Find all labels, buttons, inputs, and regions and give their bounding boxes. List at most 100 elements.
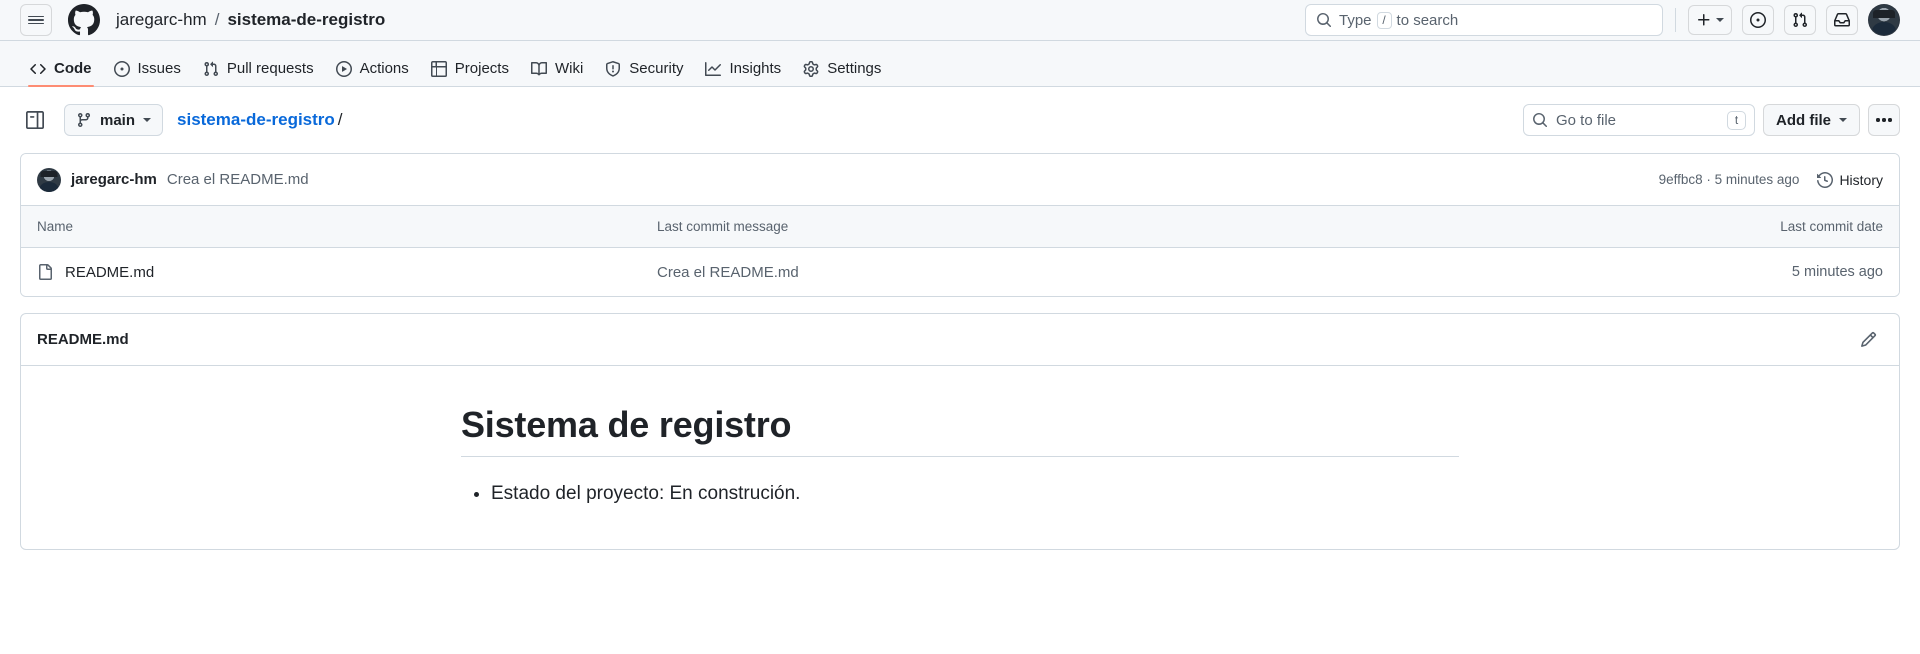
sidebar-toggle-icon[interactable] — [20, 105, 50, 135]
header-divider — [1675, 8, 1676, 32]
breadcrumb-repo[interactable]: sistema-de-registro — [227, 10, 385, 30]
file-table-header: Name Last commit message Last commit dat… — [21, 206, 1899, 248]
your-pull-requests-button[interactable] — [1784, 5, 1816, 35]
issue-opened-icon — [1750, 12, 1766, 28]
tab-wiki[interactable]: Wiki — [521, 53, 593, 86]
readme-markdown: Sistema de registro Estado del proyecto:… — [445, 404, 1475, 509]
tab-wiki-label: Wiki — [554, 60, 584, 77]
file-name-cell: README.md — [37, 264, 657, 281]
go-to-file-kbd: t — [1727, 110, 1746, 130]
tab-issues[interactable]: Issues — [104, 53, 191, 86]
search-placeholder-suffix: to search — [1396, 11, 1459, 29]
search-slash-kbd: / — [1376, 11, 1392, 29]
kebab-dot — [1882, 118, 1886, 122]
git-pull-request-icon — [1793, 12, 1808, 28]
tab-settings[interactable]: Settings — [793, 53, 891, 86]
tab-pull-requests-label: Pull requests — [226, 60, 314, 77]
readme-bullet-list: Estado del proyecto: En construción. — [461, 479, 1459, 509]
git-pull-request-icon — [204, 61, 218, 76]
tab-security-label: Security — [629, 60, 684, 77]
chevron-down-icon — [1839, 118, 1847, 122]
breadcrumb: jaregarc-hm / sistema-de-registro — [116, 10, 385, 30]
more-options-button[interactable] — [1868, 104, 1900, 136]
tab-issues-label: Issues — [137, 60, 181, 77]
tab-code-label: Code — [54, 60, 92, 77]
search-input[interactable]: Type / to search — [1305, 4, 1663, 36]
tab-insights-label: Insights — [729, 60, 782, 77]
chevron-down-icon — [1716, 18, 1724, 22]
plus-icon — [1698, 14, 1710, 26]
tab-insights[interactable]: Insights — [695, 53, 791, 86]
header-actions: Type / to search — [1305, 4, 1900, 36]
go-to-file-placeholder: Go to file — [1556, 111, 1617, 129]
gear-icon — [803, 60, 819, 77]
your-issues-button[interactable] — [1742, 5, 1774, 35]
readme-container: README.md Sistema de registro Estado del… — [20, 313, 1900, 551]
readme-heading: Sistema de registro — [461, 404, 1459, 457]
tab-projects[interactable]: Projects — [421, 53, 519, 86]
tab-actions-label: Actions — [359, 60, 409, 77]
chevron-down-icon — [143, 118, 152, 122]
file-navigation-row: main sistema-de-registro / Go to file t … — [20, 87, 1900, 153]
column-header-last-commit-message: Last commit message — [657, 219, 789, 234]
commit-meta-group: 9effbc8 · 5 minutes ago History — [1659, 172, 1883, 188]
graph-icon — [705, 61, 722, 76]
tab-code[interactable]: Code — [20, 53, 102, 87]
commit-message[interactable]: Crea el README.md — [167, 171, 309, 188]
list-item: Estado del proyecto: En construción. — [491, 479, 1459, 509]
add-file-label: Add file — [1776, 111, 1831, 129]
shield-icon — [606, 60, 621, 77]
global-header: jaregarc-hm / sistema-de-registro Type /… — [0, 0, 1920, 41]
history-label: History — [1839, 171, 1883, 188]
history-link[interactable]: History — [1817, 172, 1883, 188]
kebab-dot — [1888, 118, 1892, 122]
column-header-last-commit-date: Last commit date — [1780, 219, 1883, 234]
play-icon — [335, 60, 352, 77]
file-breadcrumb: sistema-de-registro / — [177, 110, 343, 130]
add-file-button[interactable]: Add file — [1763, 104, 1860, 136]
file-commit-message[interactable]: Crea el README.md — [657, 264, 1663, 281]
git-branch-icon — [77, 113, 90, 128]
repository-nav: Code Issues Pull requests Actions Projec… — [0, 41, 1920, 87]
tab-security[interactable]: Security — [595, 53, 693, 86]
readme-title: README.md — [37, 331, 129, 348]
commit-author[interactable]: jaregarc-hm — [71, 171, 157, 188]
repository-content: main sistema-de-registro / Go to file t … — [0, 87, 1920, 551]
commit-hash-and-time[interactable]: 9effbc8 · 5 minutes ago — [1659, 172, 1800, 187]
tab-projects-label: Projects — [454, 60, 509, 77]
avatar[interactable] — [1868, 4, 1900, 36]
issue-opened-icon — [113, 60, 130, 77]
hamburger-menu-icon[interactable] — [20, 4, 52, 36]
notifications-button[interactable] — [1826, 5, 1858, 35]
avatar[interactable] — [37, 167, 61, 192]
code-icon — [30, 63, 46, 74]
latest-commit-row: jaregarc-hm Crea el README.md 9effbc8 · … — [21, 154, 1899, 206]
search-icon — [1533, 113, 1548, 128]
search-icon — [1317, 13, 1332, 28]
go-to-file-input[interactable]: Go to file t — [1523, 104, 1755, 136]
table-row[interactable]: README.md Crea el README.md 5 minutes ag… — [21, 248, 1899, 296]
search-placeholder-prefix: Type — [1339, 11, 1372, 29]
table-icon — [430, 60, 447, 77]
pencil-icon — [1860, 331, 1876, 347]
file-breadcrumb-separator: / — [337, 110, 343, 129]
search-placeholder: Type / to search — [1339, 11, 1459, 29]
branch-selector-button[interactable]: main — [64, 104, 164, 136]
file-commit-date: 5 minutes ago — [1791, 264, 1883, 280]
file-navigation-actions: Go to file t Add file — [1523, 104, 1900, 136]
breadcrumb-owner[interactable]: jaregarc-hm — [116, 10, 207, 30]
file-breadcrumb-repo[interactable]: sistema-de-registro — [177, 110, 335, 130]
breadcrumb-separator: / — [214, 10, 220, 29]
edit-readme-button[interactable] — [1853, 325, 1883, 355]
file-name-link[interactable]: README.md — [65, 264, 154, 281]
create-new-button[interactable] — [1688, 5, 1732, 35]
github-logo-icon[interactable] — [68, 4, 100, 36]
readme-header: README.md — [21, 314, 1899, 366]
kebab-dot — [1876, 118, 1880, 122]
file-list-container: jaregarc-hm Crea el README.md 9effbc8 · … — [20, 153, 1900, 297]
readme-body: Sistema de registro Estado del proyecto:… — [21, 366, 1899, 549]
tab-pull-requests[interactable]: Pull requests — [193, 53, 324, 86]
column-header-name: Name — [37, 219, 74, 234]
branch-name-label: main — [100, 111, 136, 129]
tab-actions[interactable]: Actions — [326, 53, 419, 86]
